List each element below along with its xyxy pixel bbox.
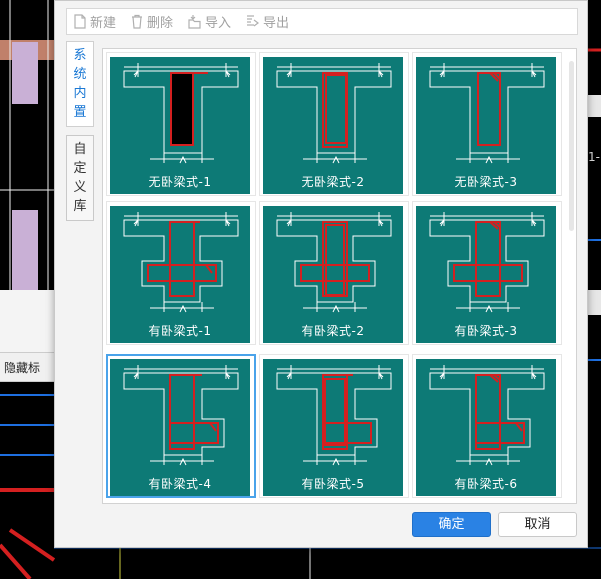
section-thumbnail: 无卧梁式-1 [110,57,250,194]
style-grid: 无卧梁式-1 无卧梁式-2 无卧梁式-3 有卧梁式-1 有卧梁式-2 有卧梁式-3 有卧梁式… [102,48,577,504]
section-thumbnail: 有卧梁式-2 [263,206,403,343]
ok-button[interactable]: 确定 [412,512,491,537]
section-thumbnail: 有卧梁式-5 [263,359,403,496]
style-option-label: 有卧梁式-5 [301,477,365,491]
background-toolbar: 隐藏标 [0,352,60,382]
dialog-toolbar: 新建 删除 导入 导出 [66,8,578,35]
style-option[interactable]: 有卧梁式-2 [259,201,409,345]
style-option[interactable]: 有卧梁式-1 [106,201,256,345]
background-panel [0,290,60,352]
delete-button[interactable]: 删除 [130,12,173,31]
style-option-label: 有卧梁式-2 [301,324,365,338]
style-option[interactable]: 无卧梁式-3 [412,52,562,196]
style-option[interactable]: 有卧梁式-5 [259,354,409,498]
new-label: 新建 [90,16,117,31]
delete-label: 删除 [147,16,174,31]
style-option-label: 有卧梁式-3 [454,324,518,338]
background-toolbar-label[interactable]: 隐藏标 [4,361,40,375]
section-thumbnail: 有卧梁式-4 [110,359,250,496]
export-label: 导出 [263,16,290,31]
trash-icon [132,14,143,29]
style-option[interactable]: 有卧梁式-4 [106,354,256,498]
section-thumbnail: 无卧梁式-2 [263,57,403,194]
style-option-label: 有卧梁式-4 [148,477,212,491]
section-thumbnail: 有卧梁式-6 [416,359,556,496]
section-thumbnail: 无卧梁式-3 [416,57,556,194]
new-button[interactable]: 新建 [73,12,116,31]
new-file-icon [74,14,86,29]
style-option[interactable]: 有卧梁式-3 [412,201,562,345]
background-label: 1- [588,150,600,164]
import-button[interactable]: 导入 [187,12,231,31]
section-thumbnail: 有卧梁式-1 [110,206,250,343]
import-label: 导入 [205,16,232,31]
style-option-label: 无卧梁式-1 [148,175,212,189]
export-icon [247,15,260,27]
section-style-dialog: 新建 删除 导入 导出 系 统 内 置 自 定 义 库 无卧梁式-1 无卧梁式-… [54,0,588,548]
style-option-label: 无卧梁式-3 [454,175,518,189]
cancel-button[interactable]: 取消 [498,512,577,537]
tab-custom-library[interactable]: 自 定 义 库 [66,135,94,221]
style-option[interactable]: 无卧梁式-1 [106,52,256,196]
tab-builtin[interactable]: 系 统 内 置 [66,41,94,127]
style-option-label: 有卧梁式-6 [454,477,518,491]
style-option-label: 有卧梁式-1 [148,324,212,338]
style-option[interactable]: 无卧梁式-2 [259,52,409,196]
export-button[interactable]: 导出 [245,12,289,31]
style-option[interactable]: 有卧梁式-6 [412,354,562,498]
style-option-label: 无卧梁式-2 [301,175,365,189]
section-thumbnail: 有卧梁式-3 [416,206,556,343]
grid-scrollbar[interactable] [569,61,574,231]
library-tabs: 系 统 内 置 自 定 义 库 [66,41,96,229]
import-icon [188,15,201,29]
